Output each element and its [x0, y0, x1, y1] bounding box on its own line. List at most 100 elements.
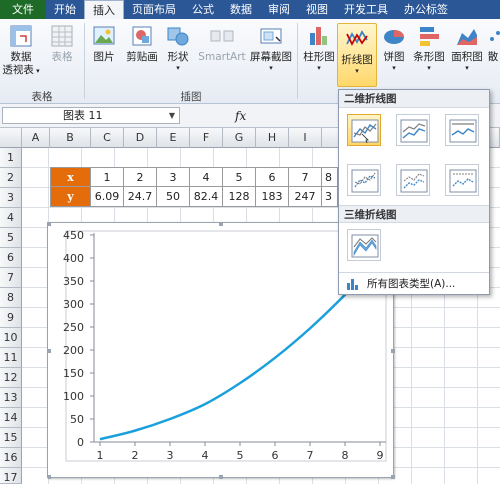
table-cell[interactable]: 3 — [322, 187, 338, 207]
chart-y-tick-label: 0 — [77, 436, 84, 449]
table-cell[interactable]: 6.09 — [91, 187, 124, 207]
row-header[interactable]: 8 — [0, 288, 22, 308]
chart-resize-handle — [391, 349, 395, 353]
3d-line-chart-icon — [351, 234, 379, 258]
tab-view[interactable]: 视图 — [298, 0, 336, 19]
table-cell[interactable]: 4 — [190, 167, 223, 187]
line-chart-thumb-icon — [351, 119, 379, 144]
row-header[interactable]: 14 — [0, 408, 22, 428]
column-chart-button[interactable]: 柱形图 ▾ — [300, 23, 338, 72]
select-all-corner[interactable] — [0, 128, 22, 148]
row-header[interactable]: 6 — [0, 248, 22, 268]
line-chart-option-100-stacked-line-markers[interactable] — [445, 164, 479, 196]
tab-office-tab[interactable]: 办公标签 — [396, 0, 456, 19]
row-header[interactable]: 4 — [0, 208, 22, 228]
table-button[interactable]: 表格 — [46, 23, 78, 64]
row-header[interactable]: 3 — [0, 188, 22, 208]
row-header[interactable]: 5 — [0, 228, 22, 248]
chart-y-tick-label: 400 — [63, 252, 84, 265]
table-header-x[interactable]: x — [50, 167, 91, 187]
percent-stacked-line-chart-icon — [449, 119, 477, 143]
row-header[interactable]: 9 — [0, 308, 22, 328]
shapes-button[interactable]: 形状 ▾ — [163, 23, 193, 72]
clipart-button[interactable]: 剪贴画 — [123, 23, 161, 64]
table-header-y[interactable]: y — [50, 187, 91, 207]
table-cell[interactable]: 5 — [223, 167, 256, 187]
tab-file[interactable]: 文件 — [0, 0, 46, 19]
picture-button[interactable]: 图片 — [89, 23, 119, 64]
clipart-icon — [132, 26, 152, 46]
tab-formulas[interactable]: 公式 — [184, 0, 222, 19]
group-label-tables: 表格 — [31, 91, 53, 103]
row-header[interactable]: 17 — [0, 468, 22, 484]
table-cell[interactable]: 7 — [289, 167, 322, 187]
tab-page-layout[interactable]: 页面布局 — [124, 0, 184, 19]
column-header-a[interactable]: A — [22, 128, 50, 148]
column-header-h[interactable]: H — [256, 128, 289, 148]
chevron-down-icon[interactable]: ▼ — [169, 108, 175, 123]
smartart-button[interactable]: SmartArt — [197, 23, 247, 64]
table-cell[interactable]: 183 — [256, 187, 289, 207]
chart-y-tick-label: 450 — [63, 229, 84, 242]
fx-icon[interactable]: fx — [235, 109, 246, 123]
table-cell[interactable]: 24.7 — [124, 187, 157, 207]
table-cell[interactable]: 3 — [157, 167, 190, 187]
column-header-c[interactable]: C — [91, 128, 124, 148]
scatter-chart-button[interactable]: 散 — [486, 23, 500, 64]
column-chart-icon — [310, 27, 327, 45]
chart-x-tick-label: 8 — [342, 449, 349, 462]
table-cell[interactable]: 82.4 — [190, 187, 223, 207]
table-cell[interactable]: 1 — [91, 167, 124, 187]
line-chart-option-line[interactable] — [347, 114, 381, 146]
line-chart-option-line-markers[interactable] — [347, 164, 381, 196]
screenshot-button[interactable]: 屏幕截图 ▾ — [248, 23, 294, 72]
pivot-table-button[interactable]: 数据 透视表 ▾ — [2, 23, 40, 78]
tab-home[interactable]: 开始 — [46, 0, 84, 19]
row-header[interactable]: 12 — [0, 368, 22, 388]
chart-x-tick-label: 2 — [132, 449, 139, 462]
name-box[interactable]: 图表 11 ▼ — [2, 107, 180, 124]
row-header[interactable]: 16 — [0, 448, 22, 468]
bar-chart-icon — [420, 27, 439, 46]
line-chart-gallery: 二维折线图 三维折线图 所有图表类型(A)... — [338, 89, 490, 295]
tab-review[interactable]: 审阅 — [260, 0, 298, 19]
column-header-e[interactable]: E — [157, 128, 190, 148]
chart-y-tick-label: 300 — [63, 298, 84, 311]
column-header-d[interactable]: D — [124, 128, 157, 148]
pie-chart-button[interactable]: 饼图 ▾ — [380, 23, 408, 72]
tab-data[interactable]: 数据 — [222, 0, 260, 19]
chart-resize-handle — [48, 223, 51, 226]
table-cell[interactable]: 128 — [223, 187, 256, 207]
column-header-g[interactable]: G — [223, 128, 256, 148]
stacked-line-with-markers-icon — [400, 169, 428, 193]
line-chart-option-stacked-line-markers[interactable] — [396, 164, 430, 196]
ribbon-tab-bar: 文件 开始 插入 页面布局 公式 数据 审阅 视图 开发工具 办公标签 — [0, 0, 500, 19]
tab-insert[interactable]: 插入 — [84, 0, 124, 19]
line-with-markers-icon — [351, 169, 379, 193]
row-header[interactable]: 15 — [0, 428, 22, 448]
all-chart-types-link[interactable]: 所有图表类型(A)... — [339, 272, 489, 294]
scatter-chart-icon — [490, 31, 500, 41]
table-cell[interactable]: 2 — [124, 167, 157, 187]
row-header[interactable]: 2 — [0, 168, 22, 188]
table-cell[interactable]: 247 — [289, 187, 322, 207]
line-chart-button[interactable]: 折线图 ▾ — [337, 23, 377, 87]
row-header[interactable]: 1 — [0, 148, 22, 168]
line-chart-option-3d-line[interactable] — [347, 229, 381, 261]
row-header[interactable]: 11 — [0, 348, 22, 368]
bar-chart-button[interactable]: 条形图 ▾ — [410, 23, 448, 72]
row-header[interactable]: 7 — [0, 268, 22, 288]
table-cell[interactable]: 50 — [157, 187, 190, 207]
column-header-f[interactable]: F — [190, 128, 223, 148]
tab-developer[interactable]: 开发工具 — [336, 0, 396, 19]
row-header[interactable]: 10 — [0, 328, 22, 348]
column-header-i[interactable]: I — [289, 128, 322, 148]
column-header-b[interactable]: B — [50, 128, 91, 148]
row-header[interactable]: 13 — [0, 388, 22, 408]
line-chart-option-stacked-line[interactable] — [396, 114, 430, 146]
table-cell[interactable]: 6 — [256, 167, 289, 187]
chart-y-tick-label: 350 — [63, 275, 84, 288]
line-chart-option-100-stacked-line[interactable] — [445, 114, 479, 146]
area-chart-button[interactable]: 面积图 ▾ — [448, 23, 486, 72]
table-cell[interactable]: 8 — [322, 167, 338, 187]
